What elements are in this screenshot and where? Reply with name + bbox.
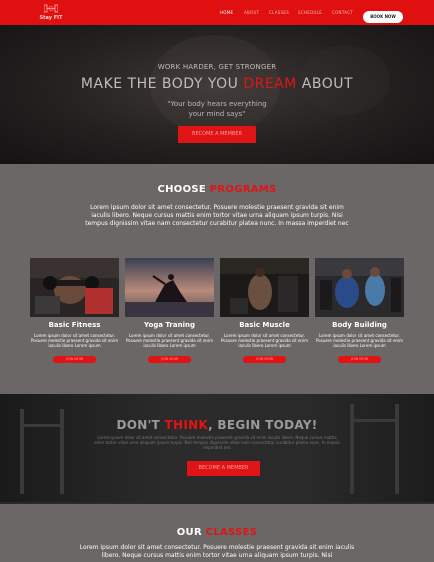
programs-title: CHOOSE PROGRAMS: [157, 184, 277, 195]
become-member-button[interactable]: BECOME A MEMBER: [187, 461, 260, 476]
join-now-button[interactable]: JOIN NOW: [243, 356, 286, 363]
dumbbell-icon: [44, 4, 58, 13]
nav-schedule[interactable]: SCHEDULE: [298, 10, 322, 15]
book-now-button[interactable]: BOOK NOW: [363, 11, 403, 23]
card-text: Lorem ipsum dolor sit amet consectetur. …: [221, 333, 308, 348]
become-member-button[interactable]: BECOME A MEMBER: [178, 126, 256, 143]
join-now-button[interactable]: JOIN NOW: [148, 356, 191, 363]
card-text: Lorem ipsum dolor sit amet consectetur. …: [31, 333, 118, 348]
card-text: Lorem ipsum dolor sit amet consectetur. …: [316, 333, 403, 348]
nav-contact[interactable]: CONTACT: [332, 10, 353, 15]
join-now-button[interactable]: JOIN NOW: [338, 356, 381, 363]
card-title: Basic Muscle: [239, 321, 290, 329]
card-title: Yoga Traning: [144, 321, 195, 329]
body-building-image: [315, 258, 404, 317]
cta-description: Lorem ipsum dolor sit amet consectetur. …: [94, 435, 340, 450]
basic-fitness-image: [30, 258, 119, 317]
programs-section: CHOOSE PROGRAMS Lorem ipsum dolor sit am…: [0, 164, 434, 394]
logo[interactable]: Stay FIT: [36, 3, 66, 23]
nav-classes[interactable]: CLASSES: [269, 10, 289, 15]
hero-quote: "Your body hears everything your mind sa…: [167, 100, 267, 118]
classes-title: OUR CLASSES: [176, 527, 258, 538]
hero-section: WORK HARDER, GET STRONGER MAKE THE BODY …: [0, 25, 434, 164]
hero-subtitle: WORK HARDER, GET STRONGER: [157, 63, 277, 71]
yoga-training-image: [125, 258, 214, 317]
classes-description: Lorem ipsum dolor sit amet consectetur. …: [79, 544, 355, 559]
cta-section: DON'T THINK, BEGIN TODAY! Lorem ipsum do…: [0, 394, 434, 502]
nav-home[interactable]: HOME: [220, 10, 233, 15]
logo-text: Stay FIT: [39, 15, 63, 21]
cta-title: DON'T THINK, BEGIN TODAY!: [116, 418, 318, 432]
nav-about[interactable]: ABOUT: [244, 10, 259, 15]
site-header: Stay FIT HOME ABOUT CLASSES SCHEDULE CON…: [0, 0, 434, 25]
basic-muscle-image: [220, 258, 309, 317]
card-title: Basic Fitness: [48, 321, 101, 329]
hero-title: MAKE THE BODY YOU DREAM ABOUT: [80, 76, 354, 92]
classes-section: OUR CLASSES Lorem ipsum dolor sit amet c…: [0, 502, 434, 562]
card-text: Lorem ipsum dolor sit amet consectetur. …: [126, 333, 213, 348]
programs-description: Lorem ipsum dolor sit amet consectetur. …: [85, 204, 349, 227]
card-title: Body Building: [332, 321, 387, 329]
join-now-button[interactable]: JOIN NOW: [53, 356, 96, 363]
